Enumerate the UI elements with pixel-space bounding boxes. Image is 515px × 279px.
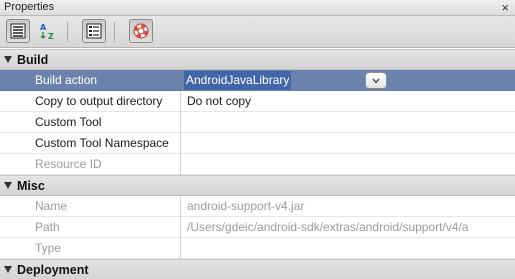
property-row-type: Type (0, 238, 515, 259)
sort-alphabetical-icon: A Z (40, 23, 54, 40)
expand-triangle-icon[interactable] (4, 266, 12, 273)
property-value: android-support-v4.jar (187, 199, 305, 213)
build-action-combobox[interactable]: AndroidJavaLibrary (181, 70, 515, 91)
close-icon[interactable]: × (501, 0, 509, 15)
categorized-view-button[interactable] (6, 19, 30, 43)
sort-alphabetical-button[interactable]: A Z (36, 19, 60, 43)
expand-triangle-icon[interactable] (4, 56, 12, 63)
column-divider (180, 217, 181, 238)
chevron-down-icon (372, 78, 380, 83)
help-button[interactable] (129, 19, 153, 43)
category-label: Deployment (17, 263, 89, 277)
property-row-custom-tool-namespace[interactable]: Custom Tool Namespace (0, 133, 515, 154)
property-grid: Build Build action AndroidJavaLibrary Co… (0, 49, 515, 279)
property-row-copy-to-output[interactable]: Copy to output directory Do not copy (0, 91, 515, 112)
property-row-name: Name android-support-v4.jar (0, 196, 515, 217)
combobox-dropdown-button[interactable] (365, 72, 387, 89)
category-label: Build (17, 53, 49, 67)
column-divider[interactable] (180, 91, 181, 112)
column-divider (180, 238, 181, 259)
column-divider (180, 196, 181, 217)
column-divider[interactable] (180, 133, 181, 154)
combobox-value[interactable]: AndroidJavaLibrary (184, 71, 292, 90)
property-name: Build action (35, 73, 98, 87)
property-pages-icon (86, 23, 102, 39)
properties-toolbar: A Z (0, 16, 515, 48)
category-build[interactable]: Build (0, 49, 515, 70)
property-row-path: Path /Users/gdeic/android-sdk/extras/and… (0, 217, 515, 238)
expand-triangle-icon[interactable] (4, 182, 12, 189)
property-name: Resource ID (35, 157, 102, 171)
category-misc[interactable]: Misc (0, 175, 515, 196)
category-deployment[interactable]: Deployment (0, 259, 515, 279)
property-name: Path (35, 220, 60, 234)
property-name: Custom Tool (35, 115, 102, 129)
column-divider (180, 154, 181, 175)
property-name: Custom Tool Namespace (35, 136, 169, 150)
svg-text:Z: Z (48, 32, 54, 40)
panel-title: Properties (4, 1, 55, 13)
category-label: Misc (17, 179, 45, 193)
property-name: Copy to output directory (35, 94, 163, 108)
property-value: /Users/gdeic/android-sdk/extras/android/… (187, 220, 469, 234)
property-row-resource-id: Resource ID (0, 154, 515, 175)
column-divider[interactable] (180, 112, 181, 133)
toolbar-separator (67, 22, 68, 42)
toolbar-separator (114, 22, 115, 42)
property-name: Type (35, 241, 62, 255)
property-row-build-action[interactable]: Build action AndroidJavaLibrary (0, 70, 515, 91)
panel-titlebar: Properties × (0, 0, 515, 16)
property-row-custom-tool[interactable]: Custom Tool (0, 112, 515, 133)
svg-text:A: A (40, 23, 47, 32)
property-pages-button[interactable] (82, 19, 106, 43)
help-lifebuoy-icon (133, 23, 149, 39)
property-name: Name (35, 199, 68, 213)
categorized-view-icon (10, 23, 26, 39)
property-value[interactable]: Do not copy (187, 94, 515, 108)
